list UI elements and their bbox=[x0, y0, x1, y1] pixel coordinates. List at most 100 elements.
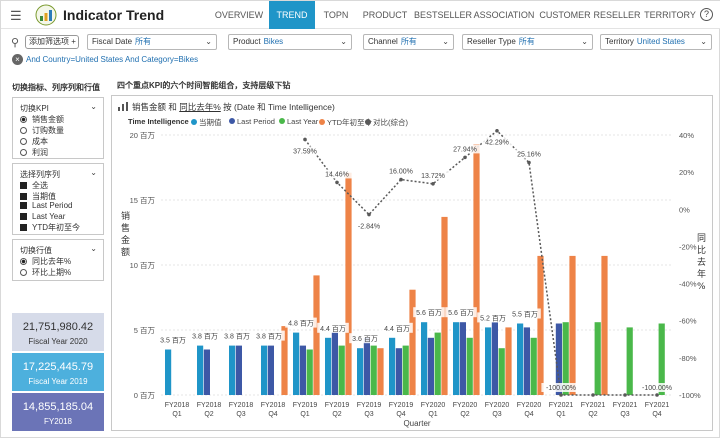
line-point[interactable] bbox=[303, 137, 307, 142]
line-point[interactable] bbox=[591, 393, 595, 397]
tab-customer[interactable]: CUSTOMER bbox=[538, 1, 592, 29]
help-icon[interactable]: ? bbox=[700, 8, 713, 21]
bar-Last Period[interactable] bbox=[427, 337, 434, 395]
bar-当期值[interactable] bbox=[229, 345, 236, 395]
row-option[interactable]: 同比去年% bbox=[20, 256, 71, 267]
bar-YTD年初至今[interactable] bbox=[345, 172, 352, 395]
series-option[interactable]: 当期值 bbox=[20, 191, 56, 202]
app-title: Indicator Trend bbox=[63, 7, 165, 23]
bar-当期值[interactable] bbox=[357, 348, 364, 395]
series-option[interactable]: Last Year bbox=[20, 212, 65, 221]
slicer-channel[interactable]: Channel 所有 ⌄ bbox=[363, 34, 454, 50]
clear-filter-icon[interactable]: × bbox=[12, 54, 23, 65]
y2-axis-title: 去 bbox=[697, 256, 706, 268]
line-point[interactable] bbox=[367, 212, 371, 217]
bar-YTD年初至今[interactable] bbox=[409, 289, 416, 395]
bar-当期值[interactable] bbox=[325, 337, 332, 395]
bar-Last Period[interactable] bbox=[491, 322, 498, 395]
row-option[interactable]: 环比上期% bbox=[20, 267, 71, 278]
bar-YTD年初至今[interactable] bbox=[505, 327, 512, 395]
bar-Last Period[interactable] bbox=[331, 332, 338, 395]
add-filter-button[interactable]: 添加筛选项 + bbox=[25, 35, 79, 49]
bar-Last Year[interactable] bbox=[338, 345, 345, 395]
tab-territory[interactable]: TERRITORY bbox=[642, 1, 698, 29]
x-tick-label: Q4 bbox=[268, 411, 277, 418]
bar-Last Period[interactable] bbox=[203, 349, 210, 396]
tab-reseller[interactable]: RESELLER bbox=[593, 1, 641, 29]
line-point[interactable] bbox=[623, 393, 627, 397]
line-point[interactable] bbox=[559, 393, 563, 397]
legend-item[interactable]: Last Year bbox=[279, 117, 318, 126]
kpi-option[interactable]: 订购数量 bbox=[20, 125, 64, 136]
line-point[interactable] bbox=[495, 129, 499, 133]
legend-item[interactable]: 当期值 bbox=[191, 117, 222, 128]
line-point[interactable] bbox=[335, 180, 339, 185]
bar-data-label: 3.8 百万 bbox=[224, 333, 250, 341]
tab-trend[interactable]: TREND bbox=[269, 1, 315, 29]
chevron-down-icon[interactable]: ⌄ bbox=[90, 102, 97, 111]
legend-swatch bbox=[319, 119, 325, 125]
bar-当期值[interactable] bbox=[485, 327, 492, 395]
legend-item[interactable]: Last Period bbox=[229, 117, 275, 126]
tab-product[interactable]: PRODUCT bbox=[359, 1, 411, 29]
chevron-down-icon[interactable]: ⌄ bbox=[90, 244, 97, 253]
bar-当期值[interactable] bbox=[389, 337, 396, 395]
tab-association[interactable]: ASSOCIATION bbox=[471, 1, 537, 29]
kpi-option[interactable]: 成本 bbox=[20, 136, 48, 147]
line-point[interactable] bbox=[527, 160, 531, 165]
tab-overview[interactable]: OVERVIEW bbox=[210, 1, 268, 29]
kpi-option[interactable]: 销售金额 bbox=[20, 114, 64, 125]
chevron-down-icon[interactable]: ⌄ bbox=[90, 168, 97, 177]
bar-Last Year[interactable] bbox=[626, 327, 633, 395]
bar-Last Period[interactable] bbox=[235, 345, 242, 395]
bar-YTD年初至今[interactable] bbox=[537, 255, 544, 395]
slicer-reseller-type[interactable]: Reseller Type 所有 ⌄ bbox=[462, 34, 593, 50]
slicer-product[interactable]: Product Bikes ⌄ bbox=[228, 34, 352, 50]
hamburger-icon[interactable]: ☰ bbox=[10, 8, 22, 24]
bar-Last Year[interactable] bbox=[402, 345, 409, 395]
slicer-territory[interactable]: Territory United States ⌄ bbox=[600, 34, 712, 50]
bar-当期值[interactable] bbox=[453, 322, 460, 395]
bar-YTD年初至今[interactable] bbox=[569, 255, 576, 395]
bar-Last Year[interactable] bbox=[530, 337, 537, 395]
tab-bestseller[interactable]: BESTSELLER bbox=[414, 1, 472, 29]
line-point[interactable] bbox=[431, 182, 435, 186]
bar-Last Period[interactable] bbox=[459, 322, 466, 395]
bar-当期值[interactable] bbox=[293, 332, 300, 395]
bar-Last Year[interactable] bbox=[498, 348, 505, 395]
x-tick-label: FY2021 bbox=[549, 402, 574, 409]
bar-YTD年初至今[interactable] bbox=[377, 348, 384, 395]
bar-YTD年初至今[interactable] bbox=[473, 144, 480, 395]
tab-topn[interactable]: TOPN bbox=[316, 1, 356, 29]
line-point[interactable] bbox=[655, 393, 659, 397]
bar-Last Year[interactable] bbox=[434, 332, 441, 395]
series-option[interactable]: YTD年初至今 bbox=[20, 222, 80, 233]
bar-Last Period[interactable] bbox=[267, 345, 274, 395]
bar-当期值[interactable] bbox=[517, 323, 524, 396]
line-point[interactable] bbox=[463, 155, 467, 160]
bar-当期值[interactable] bbox=[165, 349, 172, 396]
bar-YTD年初至今[interactable] bbox=[441, 216, 448, 395]
bar-Last Year[interactable] bbox=[466, 337, 473, 395]
bar-Last Year[interactable] bbox=[370, 345, 377, 395]
bar-YTD年初至今[interactable] bbox=[601, 255, 608, 395]
bar-当期值[interactable] bbox=[421, 322, 428, 395]
line-point[interactable] bbox=[399, 177, 403, 182]
kpi-option[interactable]: 利润 bbox=[20, 147, 48, 158]
legend-item[interactable]: 对比(综合) bbox=[365, 117, 408, 128]
slicer-fiscal-date[interactable]: Fiscal Date 所有 ⌄ bbox=[87, 34, 217, 50]
bar-Last Period[interactable] bbox=[363, 337, 370, 395]
bar-Last Period[interactable] bbox=[395, 348, 402, 395]
kpi-panel: 切换KPI ⌄ 销售金额 订购数量 成本 利润 bbox=[12, 97, 104, 159]
search-icon[interactable]: ⚲ bbox=[11, 36, 19, 49]
bar-Last Period[interactable] bbox=[299, 345, 306, 395]
bar-Last Year[interactable] bbox=[594, 322, 601, 395]
series-option[interactable]: 全选 bbox=[20, 180, 48, 191]
bar-Last Year[interactable] bbox=[306, 349, 313, 396]
bar-Last Period[interactable] bbox=[523, 327, 530, 395]
bar-当期值[interactable] bbox=[197, 345, 204, 395]
bar-当期值[interactable] bbox=[261, 345, 268, 395]
chart-title-link[interactable]: 同比去年% bbox=[179, 102, 221, 112]
bar-YTD年初至今[interactable] bbox=[313, 275, 320, 395]
series-option[interactable]: Last Period bbox=[20, 201, 72, 210]
